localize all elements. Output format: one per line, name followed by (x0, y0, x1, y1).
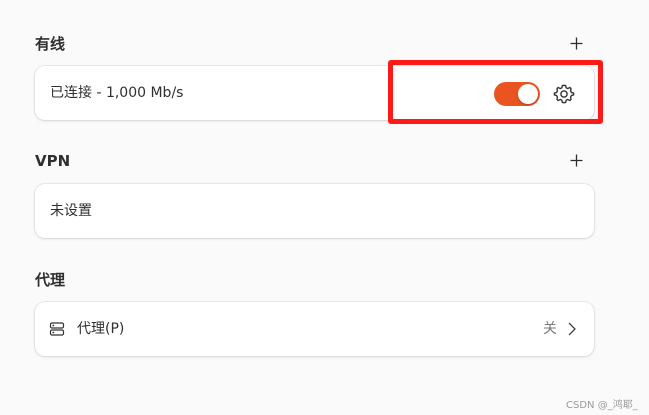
wired-connection-toggle[interactable] (494, 82, 540, 106)
vpn-section-header: VPN (35, 149, 594, 173)
plus-icon (570, 37, 582, 49)
vpn-status: 未设置 (50, 203, 92, 219)
toggle-knob (518, 84, 538, 104)
proxy-status-value: 关 (543, 321, 557, 337)
watermark: CSDN @_鸿耶_ (566, 400, 638, 411)
proxy-row[interactable]: 代理(P) 关 (35, 302, 594, 356)
wired-connection-status: 已连接 - 1,000 Mb/s (50, 85, 184, 101)
chevron-right-icon (568, 322, 576, 336)
add-vpn-button[interactable] (565, 149, 587, 171)
wired-connection-row: 已连接 - 1,000 Mb/s (35, 66, 594, 120)
proxy-section-title: 代理 (35, 271, 66, 289)
proxy-item-label: 代理(P) (77, 321, 125, 337)
proxy-card: 代理(P) 关 (35, 302, 594, 356)
wired-connection-card: 已连接 - 1,000 Mb/s (35, 66, 594, 120)
vpn-section-title: VPN (35, 152, 71, 170)
vpn-row: 未设置 (35, 184, 594, 238)
vpn-card: 未设置 (35, 184, 594, 238)
wired-section-header: 有线 (35, 32, 594, 56)
plus-icon (570, 154, 582, 166)
server-icon (49, 322, 65, 336)
proxy-section-header: 代理 (35, 268, 594, 292)
gear-icon[interactable] (553, 83, 575, 105)
add-wired-button[interactable] (565, 32, 587, 54)
wired-section-title: 有线 (35, 35, 66, 53)
